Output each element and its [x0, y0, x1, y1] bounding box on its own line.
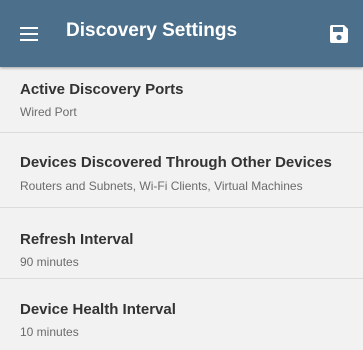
setting-title: Devices Discovered Through Other Devices	[20, 154, 332, 171]
floppy-disk-save-icon	[330, 25, 348, 43]
setting-refresh-interval[interactable]: Refresh Interval 90 minutes	[0, 208, 363, 279]
save-button[interactable]	[327, 22, 351, 46]
hamburger-menu-icon	[20, 27, 38, 41]
setting-value: 90 minutes	[20, 255, 79, 269]
setting-title: Active Discovery Ports	[20, 81, 184, 98]
setting-devices-discovered-through-other-devices[interactable]: Devices Discovered Through Other Devices…	[0, 133, 363, 208]
setting-active-discovery-ports[interactable]: Active Discovery Ports Wired Port	[0, 67, 363, 133]
app-bar: Discovery Settings	[0, 0, 363, 67]
setting-title: Device Health Interval	[20, 301, 176, 318]
setting-value: 10 minutes	[20, 325, 79, 339]
setting-title: Refresh Interval	[20, 231, 134, 248]
settings-list: Active Discovery Ports Wired Port Device…	[0, 67, 363, 350]
page-title: Discovery Settings	[66, 20, 238, 41]
setting-device-health-interval[interactable]: Device Health Interval 10 minutes	[0, 279, 363, 350]
menu-button[interactable]	[17, 22, 41, 46]
setting-value: Routers and Subnets, Wi-Fi Clients, Virt…	[20, 179, 303, 193]
setting-value: Wired Port	[20, 105, 77, 119]
